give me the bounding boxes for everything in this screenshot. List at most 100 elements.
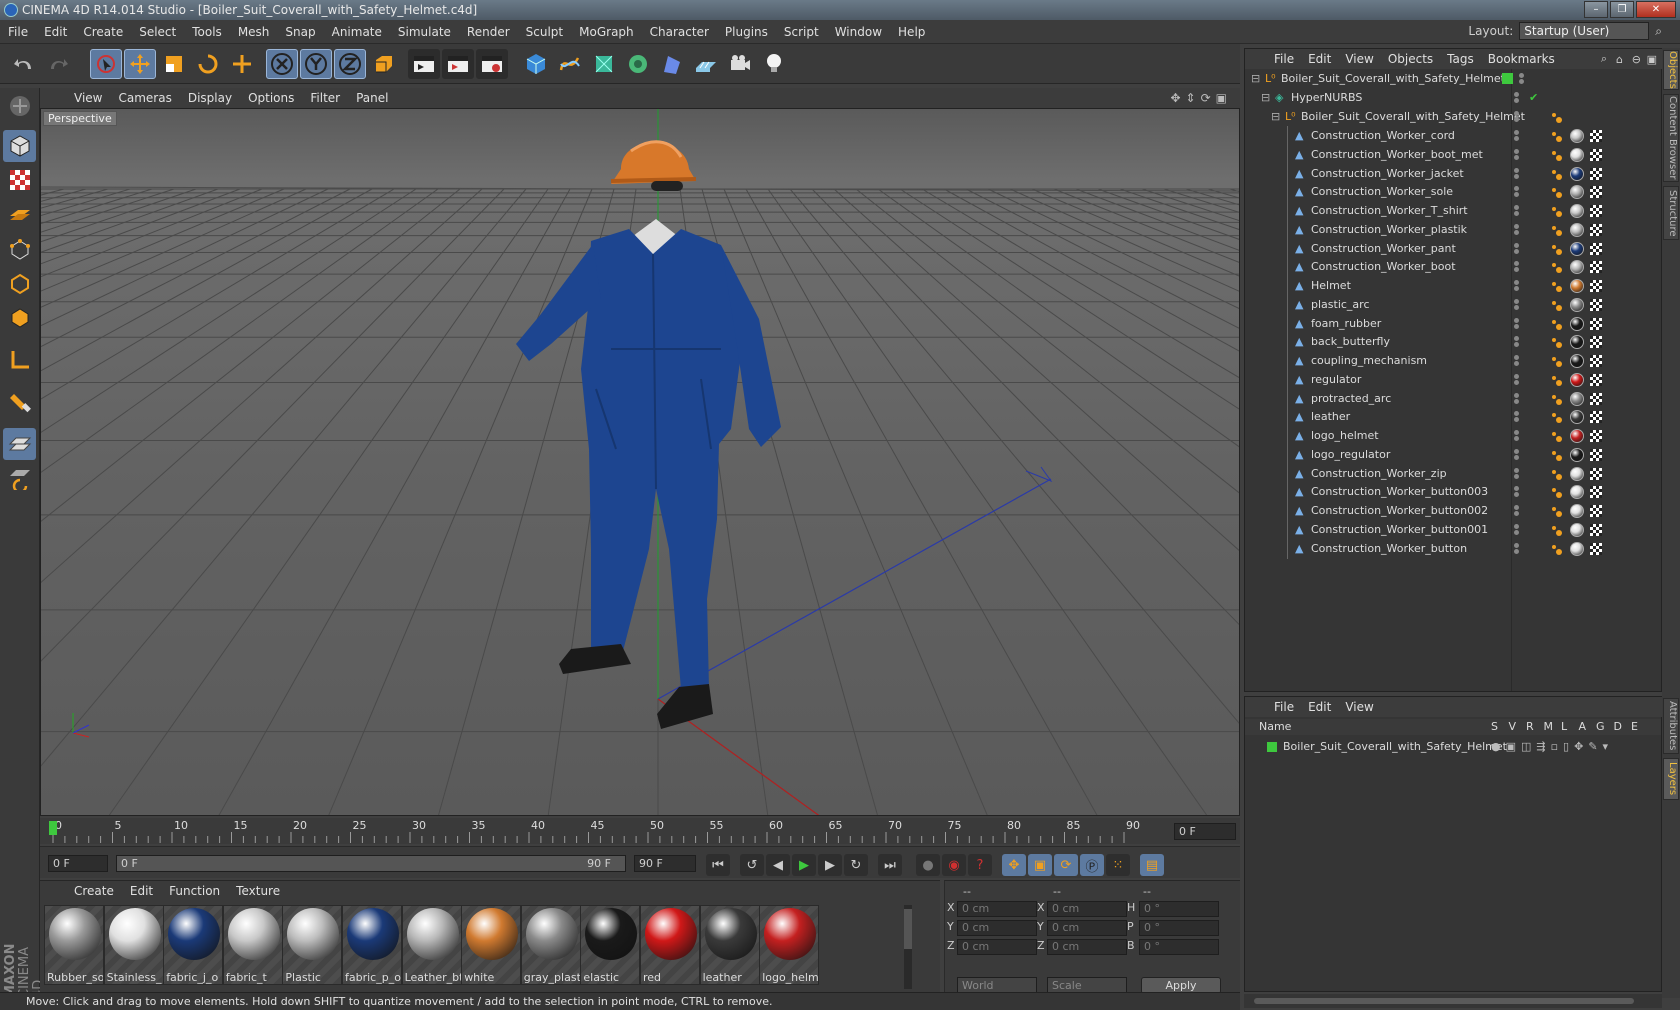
redo-icon[interactable] [42, 49, 74, 79]
viewport-menu-filter[interactable]: Filter [302, 91, 348, 105]
go-to-end-icon[interactable]: ⏭ [878, 854, 902, 876]
end-frame-field[interactable]: 90 F [634, 855, 696, 872]
layer-flag-icons[interactable]: ●▣◫⇶▫▯✥✎▾ [1491, 737, 1613, 757]
object-row[interactable]: ▲ regulator [1245, 369, 1661, 390]
object-row[interactable]: ▲ protracted_arc [1245, 388, 1661, 409]
object-row[interactable]: ▲ Construction_Worker_plastik [1245, 219, 1661, 240]
light-icon[interactable] [758, 49, 790, 79]
object-row[interactable]: ▲ Construction_Worker_button001 [1245, 519, 1661, 540]
model-mode-icon[interactable] [3, 130, 36, 162]
object-menu-view[interactable]: View [1338, 52, 1380, 66]
uvw-tag-icon[interactable] [1590, 355, 1602, 367]
material-tag-icon[interactable] [1570, 485, 1584, 500]
visibility-dots[interactable] [1512, 242, 1522, 255]
menu-animate[interactable]: Animate [324, 20, 390, 44]
visibility-dots[interactable] [1512, 355, 1522, 367]
object-row[interactable]: ▲ Construction_Worker_sole [1245, 182, 1661, 203]
object-row-hypernurbs[interactable]: ⊟ ◈ HyperNURBS ✔ [1245, 88, 1661, 108]
material-tag-icon[interactable] [1570, 372, 1584, 387]
floor-scene-icon[interactable] [690, 49, 722, 79]
menu-character[interactable]: Character [642, 20, 717, 44]
maximize-button[interactable]: ❐ [1610, 1, 1634, 18]
uvw-tag-icon[interactable] [1590, 542, 1602, 555]
visibility-dots[interactable] [1512, 317, 1522, 330]
timeline-ruler[interactable]: 0 5 10 15 20 25 30 35 40 45 50 55 60 65 70 75 80 85 90 0 F [40, 818, 1240, 844]
solo-mode-icon[interactable] [3, 462, 36, 494]
object-row[interactable]: ▲ foam_rubber [1245, 313, 1661, 334]
material-tag-icon[interactable] [1570, 504, 1584, 518]
preview-range-slider[interactable]: 0 F 90 F [116, 855, 626, 872]
next-frame-icon[interactable]: ▶ [818, 854, 842, 876]
uvw-tag-icon[interactable] [1590, 223, 1602, 236]
object-panel-icon[interactable]: ▣ [1647, 53, 1657, 66]
tab-layers[interactable]: Layers [1663, 758, 1679, 800]
coordinate-system-icon[interactable] [368, 49, 400, 79]
object-row[interactable]: ▲ Construction_Worker_zip [1245, 463, 1661, 484]
play-icon[interactable]: ▶ [792, 854, 816, 876]
material-tag-icon[interactable] [1570, 447, 1584, 462]
material-swatch[interactable]: Rubber_so [44, 905, 104, 985]
layer-flag-header[interactable]: G [1596, 719, 1605, 735]
cube-primitive-icon[interactable] [520, 49, 552, 79]
record-keyframe-icon[interactable]: ● [916, 854, 940, 876]
object-row[interactable]: ▲ plastic_arc [1245, 294, 1661, 315]
visibility-dots[interactable] [1512, 223, 1522, 236]
layer-flag-header[interactable]: M [1544, 719, 1554, 735]
visibility-dots[interactable] [1512, 505, 1522, 517]
collapse-icon[interactable]: ⊟ [1261, 88, 1270, 108]
material-swatch[interactable]: red [640, 905, 700, 985]
minimize-button[interactable]: – [1584, 1, 1608, 18]
uvw-tag-icon[interactable] [1590, 298, 1602, 311]
viewport-menu-panel[interactable]: Panel [348, 91, 396, 105]
keyframe-selection-icon[interactable]: ? [968, 854, 992, 876]
uvw-tag-icon[interactable] [1590, 167, 1602, 180]
material-tag-icon[interactable] [1570, 279, 1584, 293]
uvw-tag-icon[interactable] [1590, 523, 1602, 536]
menu-edit[interactable]: Edit [36, 20, 75, 44]
size-field[interactable]: 0 cm [1047, 901, 1127, 917]
uvw-tag-icon[interactable] [1590, 373, 1602, 386]
position-field[interactable]: 0 cm [957, 920, 1037, 936]
object-menu-file[interactable]: File [1267, 52, 1301, 66]
search-icon[interactable]: ⌕ [1655, 24, 1662, 39]
object-search-icon[interactable]: ⌕ [1601, 52, 1607, 66]
object-row[interactable]: ▲ leather [1245, 407, 1661, 428]
current-frame-field[interactable]: 0 F [1174, 823, 1236, 840]
material-tag-icon[interactable] [1570, 222, 1584, 237]
render-settings-icon[interactable] [476, 49, 508, 79]
record-point-level-icon[interactable]: ⁙ [1106, 854, 1130, 876]
menu-simulate[interactable]: Simulate [390, 20, 459, 44]
layer-row[interactable]: Boiler_Suit_Coverall_with_Safety_Helmet … [1245, 737, 1661, 757]
menu-select[interactable]: Select [131, 20, 184, 44]
object-menu-edit[interactable]: Edit [1301, 52, 1338, 66]
record-parameter-icon[interactable]: Ⓟ [1080, 854, 1104, 876]
uvw-tag-icon[interactable] [1590, 448, 1602, 461]
material-tag-icon[interactable] [1570, 185, 1584, 200]
previous-frame-icon[interactable]: ◀ [766, 854, 790, 876]
material-menu-function[interactable]: Function [161, 884, 228, 898]
material-tag-icon[interactable] [1570, 429, 1584, 443]
perspective-viewport[interactable]: Perspective [40, 108, 1240, 816]
object-row[interactable]: ▲ Construction_Worker_T_shirt [1245, 201, 1661, 221]
visibility-dots[interactable] [1512, 336, 1522, 348]
object-row[interactable]: ▲ logo_helmet [1245, 426, 1661, 446]
visibility-dots[interactable] [1517, 73, 1527, 85]
tab-content-browser[interactable]: Content Browser [1663, 94, 1679, 182]
menu-script[interactable]: Script [776, 20, 827, 44]
material-scrollbar[interactable] [904, 905, 912, 989]
object-row[interactable]: ▲ Construction_Worker_jacket [1245, 163, 1661, 184]
uvw-tag-icon[interactable] [1590, 336, 1602, 349]
points-mode-icon[interactable] [3, 234, 36, 266]
menu-help[interactable]: Help [890, 20, 933, 44]
layer-menu-file[interactable]: File [1267, 700, 1301, 714]
viewport-nav-icons[interactable]: ✥⇕⟳▣ [1170, 91, 1232, 105]
record-position-icon[interactable]: ✥ [1002, 854, 1026, 876]
object-row[interactable]: ▲ Construction_Worker_pant [1245, 238, 1661, 259]
move-tool-icon[interactable] [124, 49, 156, 79]
object-menu-bookmarks[interactable]: Bookmarks [1481, 52, 1562, 66]
z-axis-lock-icon[interactable] [334, 49, 366, 79]
material-swatch[interactable]: logo_helm [759, 905, 820, 985]
object-row[interactable]: ▲ Construction_Worker_boot_met [1245, 144, 1661, 165]
object-row[interactable]: ▲ back_butterfly [1245, 332, 1661, 353]
layer-flag-header[interactable]: D [1614, 719, 1622, 735]
